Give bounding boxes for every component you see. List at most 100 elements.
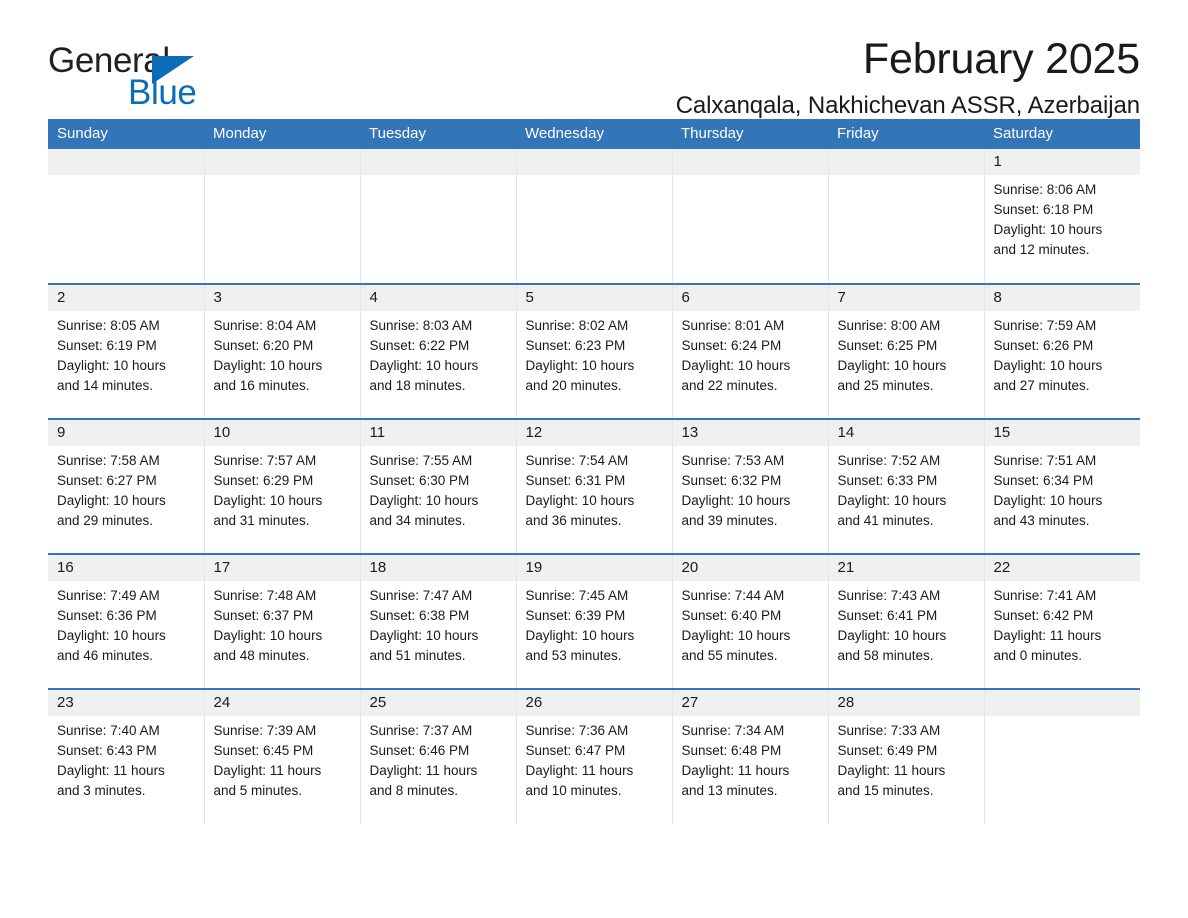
calendar-day-cell[interactable]: 10 Sunrise: 7:57 AM Sunset: 6:29 PM Dayligh… <box>203 419 360 555</box>
day-number: 12 <box>516 420 672 446</box>
day-details: Sunrise: 7:58 AM Sunset: 6:27 PM Daylight:… <box>48 446 204 531</box>
daylight-text: Daylight: 11 hours <box>525 763 634 778</box>
general-blue-logo[interactable]: General Blue <box>48 42 348 112</box>
day-details: Sunrise: 8:06 AM Sunset: 6:18 PM Daylight:… <box>985 175 1141 260</box>
day-number <box>360 149 516 175</box>
calendar-day-cell[interactable]: 9 Sunrise: 7:58 AM Sunset: 6:27 PM Daylight… <box>48 419 204 555</box>
calendar-day-cell[interactable]: 5 Sunrise: 8:02 AM Sunset: 6:23 PM Daylight… <box>515 284 672 420</box>
day-number: 9 <box>48 420 204 446</box>
daylight-text: and 25 minutes. <box>837 378 934 393</box>
sunset-text: Sunset: 6:30 PM <box>369 473 470 488</box>
calendar-day-cell[interactable]: 27 Sunrise: 7:34 AM Sunset: 6:48 PM Dayligh… <box>671 689 828 824</box>
day-details: Sunrise: 7:37 AM Sunset: 6:46 PM Daylight:… <box>361 716 516 801</box>
calendar-day-cell[interactable]: 16 Sunrise: 7:49 AM Sunset: 6:36 PM Dayligh… <box>48 554 204 690</box>
day-details: Sunrise: 7:33 AM Sunset: 6:49 PM Daylight:… <box>829 716 984 801</box>
day-details: Sunrise: 7:53 AM Sunset: 6:32 PM Daylight:… <box>673 446 828 531</box>
daylight-text: and 55 minutes. <box>681 648 778 663</box>
sunset-text: Sunset: 6:24 PM <box>681 338 782 353</box>
page-title: February 2025 <box>862 35 1140 83</box>
sunrise-text: Sunrise: 8:04 AM <box>213 318 317 333</box>
calendar-day-cell[interactable]: 12 Sunrise: 7:54 AM Sunset: 6:31 PM Dayligh… <box>515 419 672 555</box>
calendar-header-row: Sunday Monday Tuesday Wednesday Thursday… <box>48 119 1140 149</box>
title-block: February 2025 Calxanqala, Nakhichevan AS… <box>676 0 1140 122</box>
weekday-header-wednesday: Wednesday <box>516 119 672 149</box>
day-number: 11 <box>360 420 516 446</box>
sunrise-text: Sunrise: 7:45 AM <box>525 588 629 603</box>
sunrise-text: Sunrise: 8:02 AM <box>525 318 629 333</box>
daylight-text: Daylight: 11 hours <box>681 763 790 778</box>
daylight-text: Daylight: 11 hours <box>369 763 478 778</box>
calendar-day-cell[interactable]: 17 Sunrise: 7:48 AM Sunset: 6:37 PM Dayligh… <box>203 554 360 690</box>
day-number: 2 <box>48 285 204 311</box>
sunrise-text: Sunrise: 7:41 AM <box>993 588 1097 603</box>
sunset-text: Sunset: 6:43 PM <box>57 743 157 758</box>
calendar-day-cell[interactable]: 22 Sunrise: 7:41 AM Sunset: 6:42 PM Dayligh… <box>983 554 1141 690</box>
day-number: 10 <box>204 420 360 446</box>
calendar-day-cell[interactable]: 2 Sunrise: 8:05 AM Sunset: 6:19 PM Daylight… <box>48 284 204 420</box>
day-number <box>828 149 984 175</box>
calendar-day-cell[interactable]: 24 Sunrise: 7:39 AM Sunset: 6:45 PM Dayligh… <box>203 689 360 824</box>
daylight-text: Daylight: 10 hours <box>57 493 166 508</box>
calendar-day-cell[interactable]: 20 Sunrise: 7:44 AM Sunset: 6:40 PM Dayligh… <box>671 554 828 690</box>
day-details <box>673 175 828 180</box>
calendar-day-cell-empty <box>827 149 984 285</box>
calendar-day-cell[interactable]: 1 Sunrise: 8:06 AM Sunset: 6:18 PM Daylight… <box>983 149 1141 285</box>
calendar-week-row: 9 Sunrise: 7:58 AM Sunset: 6:27 PM Daylight… <box>48 419 1140 555</box>
day-details <box>985 716 1141 721</box>
day-details: Sunrise: 7:36 AM Sunset: 6:47 PM Daylight:… <box>517 716 672 801</box>
daylight-text: and 31 minutes. <box>213 513 310 528</box>
day-details <box>361 175 516 180</box>
calendar-day-cell[interactable]: 18 Sunrise: 7:47 AM Sunset: 6:38 PM Dayligh… <box>359 554 516 690</box>
day-details: Sunrise: 7:40 AM Sunset: 6:43 PM Daylight:… <box>48 716 204 801</box>
sunrise-text: Sunrise: 7:33 AM <box>837 723 941 738</box>
daylight-text: Daylight: 10 hours <box>525 358 635 373</box>
sunrise-text: Sunrise: 7:57 AM <box>213 453 317 468</box>
weekday-header-sunday: Sunday <box>48 119 204 149</box>
daylight-text: Daylight: 10 hours <box>681 628 791 643</box>
calendar-day-cell[interactable]: 28 Sunrise: 7:33 AM Sunset: 6:49 PM Dayligh… <box>827 689 984 824</box>
daylight-text: Daylight: 10 hours <box>993 358 1103 373</box>
calendar-day-cell[interactable]: 8 Sunrise: 7:59 AM Sunset: 6:26 PM Daylight… <box>983 284 1141 420</box>
daylight-text: Daylight: 11 hours <box>837 763 946 778</box>
calendar-day-cell[interactable]: 21 Sunrise: 7:43 AM Sunset: 6:41 PM Dayligh… <box>827 554 984 690</box>
day-details: Sunrise: 7:41 AM Sunset: 6:42 PM Daylight:… <box>985 581 1141 666</box>
daylight-text: and 8 minutes. <box>369 783 459 798</box>
calendar-day-cell[interactable]: 13 Sunrise: 7:53 AM Sunset: 6:32 PM Dayligh… <box>671 419 828 555</box>
calendar-day-cell-empty <box>48 149 204 285</box>
sunset-text: Sunset: 6:23 PM <box>525 338 626 353</box>
weekday-header-tuesday: Tuesday <box>360 119 516 149</box>
calendar-day-cell[interactable]: 15 Sunrise: 7:51 AM Sunset: 6:34 PM Dayligh… <box>983 419 1140 555</box>
day-number: 13 <box>672 420 828 446</box>
calendar-day-cell[interactable]: 6 Sunrise: 8:01 AM Sunset: 6:24 PM Daylight… <box>671 284 828 420</box>
calendar-day-cell-empty <box>515 149 672 285</box>
sunrise-text: Sunrise: 7:52 AM <box>837 453 941 468</box>
day-details: Sunrise: 7:47 AM Sunset: 6:38 PM Daylight:… <box>361 581 516 666</box>
calendar-day-cell[interactable]: 11 Sunrise: 7:55 AM Sunset: 6:30 PM Dayligh… <box>359 419 516 555</box>
sunrise-text: Sunrise: 7:55 AM <box>369 453 473 468</box>
calendar-day-cell[interactable]: 26 Sunrise: 7:36 AM Sunset: 6:47 PM Dayligh… <box>515 689 672 824</box>
sunrise-text: Sunrise: 7:40 AM <box>57 723 160 738</box>
sunrise-text: Sunrise: 7:59 AM <box>993 318 1097 333</box>
day-details: Sunrise: 7:34 AM Sunset: 6:48 PM Daylight:… <box>673 716 828 801</box>
day-details: Sunrise: 8:02 AM Sunset: 6:23 PM Daylight:… <box>517 311 672 396</box>
day-number: 21 <box>828 555 984 581</box>
calendar-day-cell[interactable]: 7 Sunrise: 8:00 AM Sunset: 6:25 PM Daylight… <box>827 284 984 420</box>
sunrise-text: Sunrise: 8:05 AM <box>57 318 160 333</box>
day-number: 25 <box>360 690 516 716</box>
calendar-day-cell[interactable]: 4 Sunrise: 8:03 AM Sunset: 6:22 PM Daylight… <box>359 284 516 420</box>
daylight-text: Daylight: 10 hours <box>369 493 479 508</box>
daylight-text: and 5 minutes. <box>213 783 303 798</box>
sunrise-text: Sunrise: 7:39 AM <box>213 723 317 738</box>
daylight-text: Daylight: 10 hours <box>993 222 1103 237</box>
calendar-day-cell[interactable]: 19 Sunrise: 7:45 AM Sunset: 6:39 PM Dayligh… <box>515 554 672 690</box>
daylight-text: Daylight: 10 hours <box>681 493 791 508</box>
daylight-text: Daylight: 10 hours <box>525 493 635 508</box>
calendar-day-cell[interactable]: 14 Sunrise: 7:52 AM Sunset: 6:33 PM Dayligh… <box>827 419 984 555</box>
daylight-text: and 29 minutes. <box>57 513 154 528</box>
calendar-day-cell[interactable]: 25 Sunrise: 7:37 AM Sunset: 6:46 PM Dayligh… <box>359 689 516 824</box>
calendar-day-cell[interactable]: 3 Sunrise: 8:04 AM Sunset: 6:20 PM Daylight… <box>203 284 360 420</box>
day-details: Sunrise: 7:59 AM Sunset: 6:26 PM Daylight:… <box>985 311 1141 396</box>
day-number: 20 <box>672 555 828 581</box>
daylight-text: Daylight: 11 hours <box>213 763 322 778</box>
calendar-day-cell[interactable]: 23 Sunrise: 7:40 AM Sunset: 6:43 PM Dayligh… <box>48 689 204 824</box>
